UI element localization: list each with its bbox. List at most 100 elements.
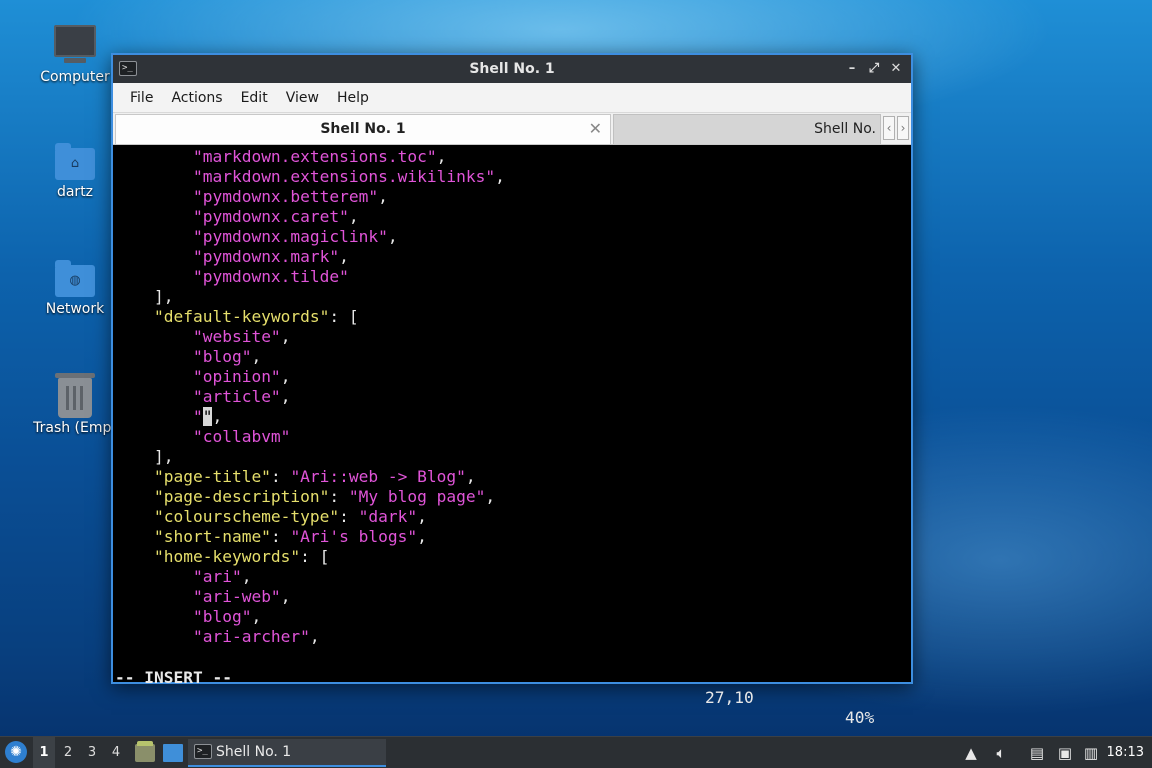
taskbar-task-shell[interactable]: >_ Shell No. 1 (188, 739, 386, 767)
cursor-position: 27,10 (705, 688, 754, 707)
code-token: ], (153, 287, 174, 306)
terminal-editor[interactable]: "markdown.extensions.toc", "markdown.ext… (113, 146, 911, 682)
code-token: , (212, 407, 223, 426)
updates-icon[interactable]: ▲ (962, 737, 980, 768)
maximize-icon[interactable]: ⤢ (865, 55, 883, 83)
editor-line[interactable]: "", (113, 407, 911, 427)
code-token: "pymdownx.mark" (192, 247, 340, 266)
code-token: , (280, 387, 291, 406)
editor-line[interactable]: "pymdownx.caret", (113, 207, 911, 227)
code-token: , (339, 247, 349, 266)
menu-view[interactable]: View (277, 83, 328, 113)
menu-help[interactable]: Help (328, 83, 378, 113)
desktop-icon-network[interactable]: ◍ Network (25, 260, 125, 317)
desktop-icon-home[interactable]: ⌂ dartz (25, 143, 125, 200)
window-titlebar[interactable]: >_ Shell No. 1 – ⤢ ✕ (113, 55, 911, 83)
workspace-2[interactable]: 2 (57, 737, 79, 768)
desktop-icon-label: dartz (56, 184, 94, 200)
tab-shell-2[interactable]: Shell No. (613, 114, 881, 144)
file-manager-icon[interactable] (135, 741, 155, 762)
network-icon[interactable]: ▣ (1054, 737, 1076, 768)
editor-line[interactable]: "pymdownx.betterem", (113, 187, 911, 207)
editor-line[interactable]: "pymdownx.mark", (113, 247, 911, 267)
desktop-icon-trash[interactable]: Trash (Empt (25, 373, 125, 436)
code-token: "colourscheme-type" (153, 507, 340, 526)
vim-mode: -- INSERT -- (115, 668, 232, 687)
menu-actions[interactable]: Actions (162, 83, 231, 113)
tab-close-icon[interactable]: ✕ (589, 115, 602, 143)
code-token: , (348, 207, 359, 226)
editor-line[interactable]: "markdown.extensions.toc", (113, 147, 911, 167)
code-token: : [ (300, 547, 330, 566)
editor-line[interactable]: "page-description": "My blog page", (113, 487, 911, 507)
volume-icon[interactable]: 🔈︎ (990, 737, 1012, 768)
code-token: , (280, 327, 291, 346)
editor-line[interactable]: "home-keywords": [ (113, 547, 911, 567)
code-token: "pymdownx.magiclink" (192, 227, 388, 246)
code-token: , (485, 487, 496, 506)
code-token: , (280, 367, 291, 386)
code-token: "opinion" (192, 367, 281, 386)
code-token: : (270, 467, 291, 486)
minimize-icon[interactable]: – (843, 55, 861, 83)
editor-line[interactable]: "ari-web", (113, 587, 911, 607)
code-token: , (241, 567, 252, 586)
tab-label: Shell No. 1 (320, 121, 406, 137)
desktop-icon-computer[interactable]: Computer (25, 25, 125, 85)
code-token: "Ari's blogs" (290, 527, 418, 546)
menu-file[interactable]: File (121, 83, 162, 113)
code-token: , (495, 167, 505, 186)
editor-line[interactable]: "default-keywords": [ (113, 307, 911, 327)
editor-line[interactable]: "website", (113, 327, 911, 347)
workspace-1[interactable]: 1 (33, 737, 55, 768)
tab-shell-1[interactable]: Shell No. 1 ✕ (115, 114, 611, 144)
editor-line[interactable]: "ari", (113, 567, 911, 587)
show-desktop-icon[interactable] (163, 744, 183, 762)
menu-edit[interactable]: Edit (232, 83, 277, 113)
code-token: : [ (329, 307, 359, 326)
editor-line[interactable]: "collabvm" (113, 427, 911, 447)
chevron-right-icon[interactable]: › (897, 116, 909, 140)
code-token: , (436, 147, 447, 166)
clipboard-icon[interactable]: ▤ (1026, 737, 1048, 768)
desktop-icon-label: Network (45, 301, 105, 317)
editor-line[interactable]: "markdown.extensions.wikilinks", (113, 167, 911, 187)
code-token: , (417, 527, 427, 546)
editor-line[interactable]: "ari-archer", (113, 627, 911, 647)
editor-line[interactable]: "article", (113, 387, 911, 407)
editor-line[interactable]: ], (113, 447, 911, 467)
vim-status-line: -- INSERT -- 27,10 40% (113, 648, 911, 727)
workspace-4[interactable]: 4 (105, 737, 127, 768)
monitor-icon (54, 25, 96, 63)
home-folder-icon: ⌂ (55, 143, 95, 180)
code-token: "blog" (192, 347, 252, 366)
terminal-window[interactable]: >_ Shell No. 1 – ⤢ ✕ File Actions Edit V… (111, 53, 913, 727)
menu-bar: File Actions Edit View Help (113, 83, 911, 113)
start-menu-icon[interactable]: ✺ (5, 741, 27, 763)
editor-line[interactable]: "page-title": "Ari::web -> Blog", (113, 467, 911, 487)
taskbar: ✺ 1 2 3 4 >_ Shell No. 1 ▲ 🔈︎ ▤ ▣ ▥ 18:1… (0, 736, 1152, 768)
workspace-3[interactable]: 3 (81, 737, 103, 768)
editor-line[interactable]: "opinion", (113, 367, 911, 387)
chevron-left-icon[interactable]: ‹ (883, 116, 895, 140)
editor-line[interactable]: "short-name": "Ari's blogs", (113, 527, 911, 547)
editor-line[interactable]: "blog", (113, 607, 911, 627)
code-token: , (251, 607, 262, 626)
code-token: "page-description" (153, 487, 330, 506)
code-token: "markdown.extensions.toc" (192, 147, 437, 166)
editor-line[interactable]: "blog", (113, 347, 911, 367)
editor-line[interactable]: "pymdownx.magiclink", (113, 227, 911, 247)
code-token: , (387, 227, 398, 246)
editor-line[interactable]: "colourscheme-type": "dark", (113, 507, 911, 527)
desktop-icon-label: Trash (Empt (33, 420, 117, 436)
code-token: , (465, 467, 476, 486)
code-token: "ari" (192, 567, 242, 586)
editor-line[interactable]: ], (113, 287, 911, 307)
tab-bar: Shell No. 1 ✕ Shell No. ‹ › (113, 113, 911, 145)
code-token: "ari-archer" (192, 627, 310, 646)
editor-line[interactable]: "pymdownx.tilde" (113, 267, 911, 287)
text-cursor: " (202, 407, 213, 426)
notification-icon[interactable]: ▥ (1080, 737, 1102, 768)
clock[interactable]: 18:13 (1107, 737, 1144, 768)
close-icon[interactable]: ✕ (887, 55, 905, 83)
